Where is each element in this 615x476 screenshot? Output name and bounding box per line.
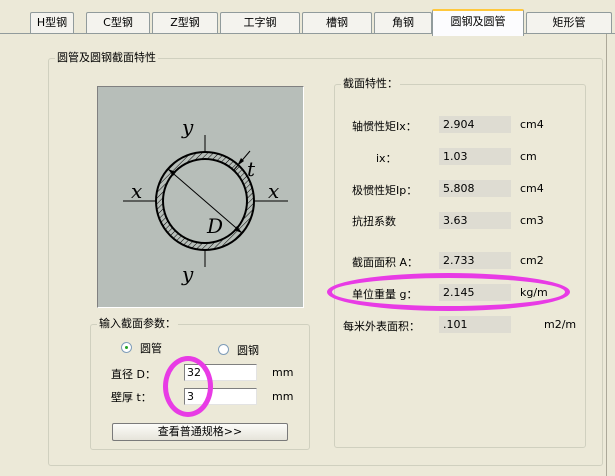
radio-solid-bar[interactable] — [218, 344, 229, 355]
tab-panel-right-border — [606, 34, 607, 476]
label-x-left: x — [131, 179, 142, 203]
thickness-label: 壁厚 t： — [111, 391, 152, 404]
label-diameter: D — [206, 214, 223, 238]
value-ix-inertia: 2.904 — [439, 116, 511, 133]
diameter-unit: mm — [272, 366, 294, 379]
highlight-ring-inputs — [163, 356, 213, 417]
circular-tube-drawing: y y x x t D — [123, 115, 288, 286]
thickness-unit: mm — [272, 390, 294, 403]
label-thickness: t — [247, 157, 256, 181]
radio-tube-label: 圆管 — [140, 342, 162, 355]
section-group-title: 圆管及圆钢截面特性 — [57, 51, 156, 64]
label-x-right: x — [268, 179, 279, 203]
value-section-area: 2.733 — [439, 252, 511, 269]
label-surface-area: 每米外表面积： — [343, 320, 420, 333]
properties-title: 截面特性： — [343, 77, 398, 90]
radio-solid-bar-label: 圆钢 — [237, 344, 259, 357]
value-surface-area: .101 — [439, 316, 511, 333]
unit-surface-area: m2/m — [544, 318, 577, 331]
unit-polar-inertia: cm4 — [520, 182, 544, 195]
tab-rect-tube[interactable]: 矩形管 — [526, 12, 612, 34]
value-torsion-coef: 3.63 — [439, 212, 511, 229]
unit-ix-inertia: cm4 — [520, 118, 544, 131]
label-y-bottom: y — [181, 262, 194, 286]
value-polar-inertia: 5.808 — [439, 180, 511, 197]
diameter-label: 直径 D： — [111, 368, 156, 381]
label-radius-gyration: ix： — [376, 152, 397, 165]
input-params-title: 输入截面参数： — [99, 317, 176, 330]
label-ix-inertia: 轴惯性矩Ix： — [352, 120, 417, 133]
tab-round-bar-tube[interactable]: 圆钢及圆管 — [432, 9, 524, 36]
label-section-area: 截面面积 A： — [352, 256, 419, 269]
highlight-ring-unit-weight — [327, 273, 570, 311]
tab-channel[interactable]: 槽钢 — [302, 12, 372, 34]
unit-radius-gyration: cm — [520, 150, 537, 163]
radio-tube[interactable] — [121, 342, 132, 353]
tab-z-steel[interactable]: Z型钢 — [152, 12, 218, 34]
tab-i-beam[interactable]: 工字钢 — [220, 12, 300, 34]
unit-section-area: cm2 — [520, 254, 544, 267]
label-torsion-coef: 抗扭系数 — [352, 215, 396, 228]
label-y-top: y — [181, 115, 194, 139]
tab-angle[interactable]: 角钢 — [374, 12, 432, 34]
value-radius-gyration: 1.03 — [439, 148, 511, 165]
tab-h-steel[interactable]: H型钢 — [30, 12, 74, 34]
tab-c-steel[interactable]: C型钢 — [86, 12, 150, 34]
cross-section-diagram: y y x x t D — [97, 86, 304, 308]
unit-torsion-coef: cm3 — [520, 214, 544, 227]
label-polar-inertia: 极惯性矩Ip： — [352, 184, 418, 197]
view-standard-specs-button[interactable]: 查看普通规格>> — [112, 423, 288, 441]
